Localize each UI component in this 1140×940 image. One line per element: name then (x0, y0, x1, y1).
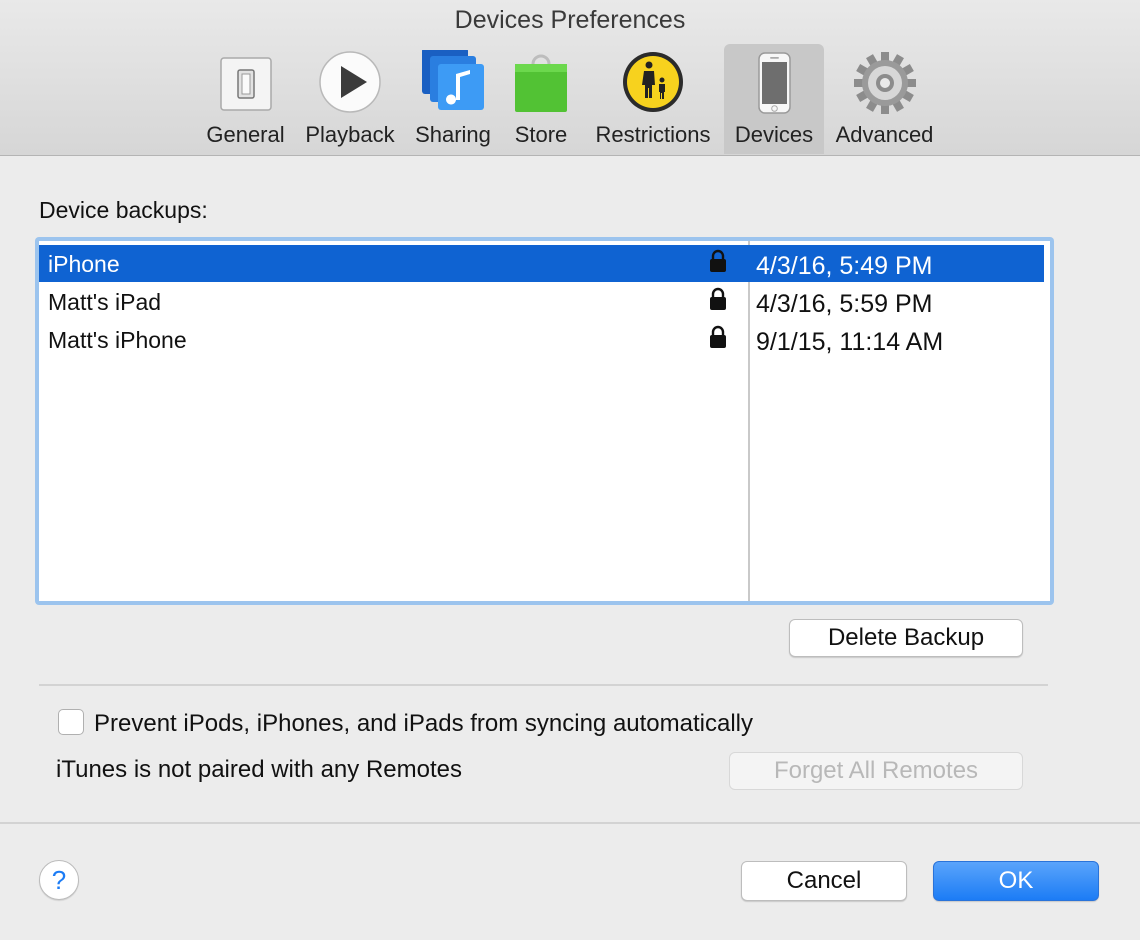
tab-general-label: General (206, 122, 285, 147)
remotes-status: iTunes is not paired with any Remotes (56, 756, 462, 783)
tab-store-label: Store (514, 122, 568, 147)
tab-advanced-label: Advanced (835, 122, 934, 147)
prevent-sync-label[interactable]: Prevent iPods, iPhones, and iPads from s… (94, 710, 753, 738)
play-icon (317, 50, 383, 116)
gear-icon (852, 50, 918, 116)
tab-devices-label: Devices (734, 122, 814, 147)
tab-sharing[interactable]: Sharing (408, 44, 498, 154)
backup-device-name: Matt's iPad (48, 289, 162, 315)
tab-restrictions-label: Restrictions (595, 122, 711, 147)
shopping-bag-icon (508, 50, 574, 116)
backup-row[interactable]: Matt's iPad 4/3/16, 5:59 PM (39, 283, 1044, 320)
footer-divider (0, 822, 1140, 824)
tab-restrictions[interactable]: Restrictions (588, 44, 718, 154)
tab-store[interactable]: Store (506, 44, 576, 154)
window-title: Devices Preferences (454, 6, 686, 34)
tab-sharing-label: Sharing (415, 122, 491, 147)
backup-list[interactable]: iPhone 4/3/16, 5:49 PM Matt's iPad 4/3/1… (39, 241, 1050, 601)
tab-playback-label: Playback (305, 122, 395, 147)
backup-list-frame: iPhone 4/3/16, 5:49 PM Matt's iPad 4/3/1… (35, 237, 1054, 605)
forget-all-remotes-button[interactable]: Forget All Remotes (729, 752, 1023, 790)
tab-general[interactable]: General (198, 44, 293, 154)
backup-date: 4/3/16, 5:59 PM (756, 290, 933, 318)
device-backups-label: Device backups: (39, 197, 208, 223)
music-share-icon (420, 48, 486, 116)
tab-playback[interactable]: Playback (300, 44, 400, 154)
tab-devices[interactable]: Devices (724, 44, 824, 154)
delete-backup-button[interactable]: Delete Backup (789, 619, 1023, 657)
switch-icon (213, 50, 279, 116)
backup-date: 4/3/16, 5:49 PM (756, 252, 933, 280)
toolbar: Devices Preferences General Playback Sha… (0, 0, 1140, 156)
backup-date: 9/1/15, 11:14 AM (756, 328, 944, 356)
backup-device-name: Matt's iPhone (48, 327, 187, 353)
prevent-sync-checkbox[interactable] (58, 709, 84, 735)
lock-icon (708, 287, 728, 311)
backup-row[interactable]: Matt's iPhone 9/1/15, 11:14 AM (39, 321, 1044, 358)
parental-controls-icon (620, 50, 686, 116)
iphone-icon (741, 50, 807, 116)
preferences-window: Devices Preferences General Playback Sha… (0, 0, 1140, 940)
ok-button[interactable]: OK (933, 861, 1099, 901)
lock-icon (708, 249, 728, 273)
cancel-button[interactable]: Cancel (741, 861, 907, 901)
tab-advanced[interactable]: Advanced (832, 44, 937, 154)
backup-device-name: iPhone (48, 251, 120, 277)
help-button[interactable]: ? (39, 860, 79, 900)
lock-icon (708, 325, 728, 349)
backup-row[interactable]: iPhone 4/3/16, 5:49 PM (39, 245, 1044, 282)
section-divider (39, 684, 1048, 686)
